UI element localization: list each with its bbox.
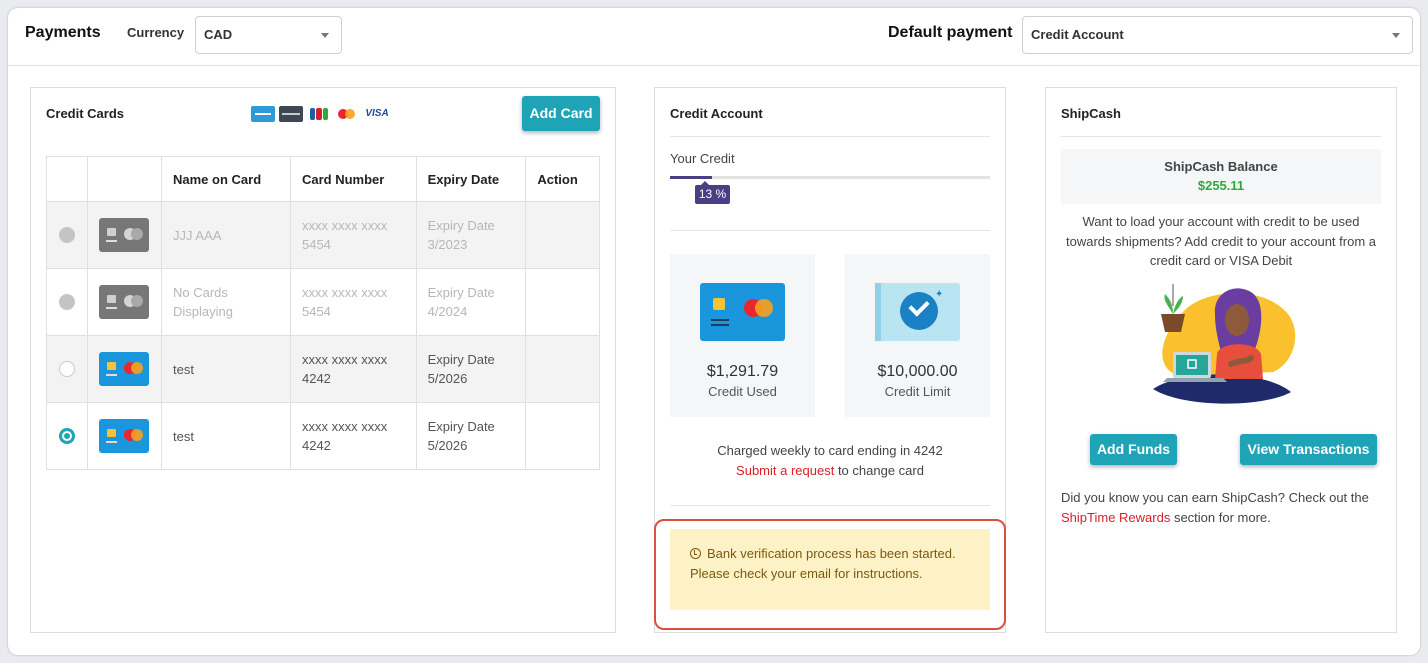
card-number: xxxx xxxx xxxx 5454 (289, 201, 417, 269)
shipcash-balance-label: ShipCash Balance (1164, 159, 1278, 174)
divider (670, 505, 990, 506)
card-action (525, 201, 600, 269)
card-brand-logos: VISA (251, 106, 391, 122)
earn-shipcash-text: Did you know you can earn ShipCash? Chec… (1061, 490, 1369, 525)
chevron-down-icon (321, 33, 329, 38)
jcb-icon (307, 106, 331, 122)
credit-used-amount: $1,291.79 (706, 363, 779, 380)
verified-check-icon: ✦ (875, 283, 960, 341)
credit-limit-amount: $10,000.00 (877, 363, 958, 380)
shipcash-balance-box: ShipCash Balance $255.11 (1061, 149, 1381, 204)
credit-limit-box: ✦ $10,000.00 Credit Limit (845, 254, 990, 417)
discover-icon (279, 106, 303, 122)
column-header-action: Action (525, 156, 600, 202)
credit-used-box: $1,291.79 Credit Used (670, 254, 815, 417)
card-number: xxxx xxxx xxxx 5454 (289, 268, 417, 336)
your-credit-label: Your Credit (670, 151, 735, 166)
default-payment-select[interactable]: Credit Account (1022, 16, 1413, 54)
card-name: No Cards Displaying (161, 268, 291, 336)
card-radio-disabled (59, 227, 75, 243)
add-card-button[interactable]: Add Card (522, 96, 600, 131)
add-funds-button[interactable]: Add Funds (1090, 434, 1177, 465)
column-header-select (46, 156, 88, 202)
change-card-text: Submit a request to change card (736, 463, 924, 478)
amex-icon (251, 106, 275, 122)
default-payment-value: Credit Account (1031, 27, 1124, 42)
card-action (525, 335, 600, 403)
table-row[interactable]: test xxxx xxxx xxxx 4242 Expiry Date 5/202… (46, 402, 600, 470)
table-row: JJJ AAA xxxx xxxx xxxx 5454 Expiry Date 3/… (46, 201, 600, 269)
credit-account-title: Credit Account (670, 106, 763, 121)
table-row: No Cards Displaying xxxx xxxx xxxx 5454 Ex… (46, 268, 600, 336)
credit-progress-badge: 13 % (695, 181, 730, 204)
card-name: test (161, 402, 291, 470)
card-name: JJJ AAA (161, 201, 291, 269)
card-number: xxxx xxxx xxxx 4242 (289, 335, 417, 403)
woman-laptop-illustration-icon (1153, 284, 1296, 404)
header-bar: Payments Currency CAD Default payment Cr… (8, 8, 1420, 66)
chevron-down-icon (1392, 33, 1400, 38)
divider (1061, 136, 1381, 137)
credit-used-label: Credit Used (708, 384, 777, 399)
currency-select[interactable]: CAD (195, 16, 342, 54)
currency-value: CAD (204, 27, 233, 42)
cards-table: Name on Card Card Number Expiry Date Act… (46, 156, 600, 470)
mastercard-icon (335, 106, 359, 122)
card-number: xxxx xxxx xxxx 4242 (289, 402, 417, 470)
card-expiry: Expiry Date 5/2026 (415, 335, 527, 403)
credit-card-icon (99, 352, 149, 386)
card-expiry: Expiry Date 3/2023 (415, 201, 527, 269)
column-header-name: Name on Card (161, 156, 291, 202)
credit-card-icon (99, 285, 149, 319)
currency-label: Currency (127, 25, 185, 40)
submit-request-link[interactable]: Submit a request (736, 463, 834, 478)
charged-weekly-text: Charged weekly to card ending in 4242 (717, 443, 943, 458)
credit-card-illustration-icon (700, 283, 785, 341)
default-payment-label: Default payment (888, 24, 1013, 41)
card-expiry: Expiry Date 5/2026 (415, 402, 527, 470)
card-name: test (161, 335, 291, 403)
view-transactions-button[interactable]: View Transactions (1240, 434, 1377, 465)
credit-card-icon (99, 419, 149, 453)
credit-card-icon (99, 218, 149, 252)
divider (670, 230, 990, 231)
shipcash-balance-value: $255.11 (1197, 178, 1245, 193)
shiptime-rewards-link[interactable]: ShipTime Rewards (1061, 510, 1170, 525)
highlight-outline (654, 519, 1006, 630)
credit-cards-panel: Credit Cards VISA Add Card Name on Card … (30, 87, 616, 633)
credit-progress-bar (670, 176, 990, 179)
column-header-number: Card Number (289, 156, 417, 202)
divider (670, 136, 990, 137)
card-expiry: Expiry Date 4/2024 (415, 268, 527, 336)
credit-limit-label: Credit Limit (884, 384, 951, 399)
load-credit-text: Want to load your account with credit to… (1066, 214, 1376, 268)
table-header-row: Name on Card Card Number Expiry Date Act… (46, 156, 600, 202)
shipcash-title: ShipCash (1061, 106, 1121, 121)
card-radio-selected[interactable] (59, 428, 75, 444)
card-radio[interactable] (59, 361, 75, 377)
card-action (525, 268, 600, 336)
payments-page: Payments Currency CAD Default payment Cr… (8, 8, 1420, 655)
credit-progress-fill (670, 176, 712, 179)
card-radio-disabled (59, 294, 75, 310)
column-header-expiry: Expiry Date (415, 156, 527, 202)
card-action (525, 402, 600, 470)
column-header-card (87, 156, 162, 202)
page-title: Payments (25, 24, 101, 41)
table-row[interactable]: test xxxx xxxx xxxx 4242 Expiry Date 5/202… (46, 335, 600, 403)
shipcash-panel: ShipCash ShipCash Balance $255.11 Want t… (1045, 87, 1397, 633)
credit-cards-title: Credit Cards (46, 106, 125, 121)
visa-icon: VISA (365, 108, 389, 119)
